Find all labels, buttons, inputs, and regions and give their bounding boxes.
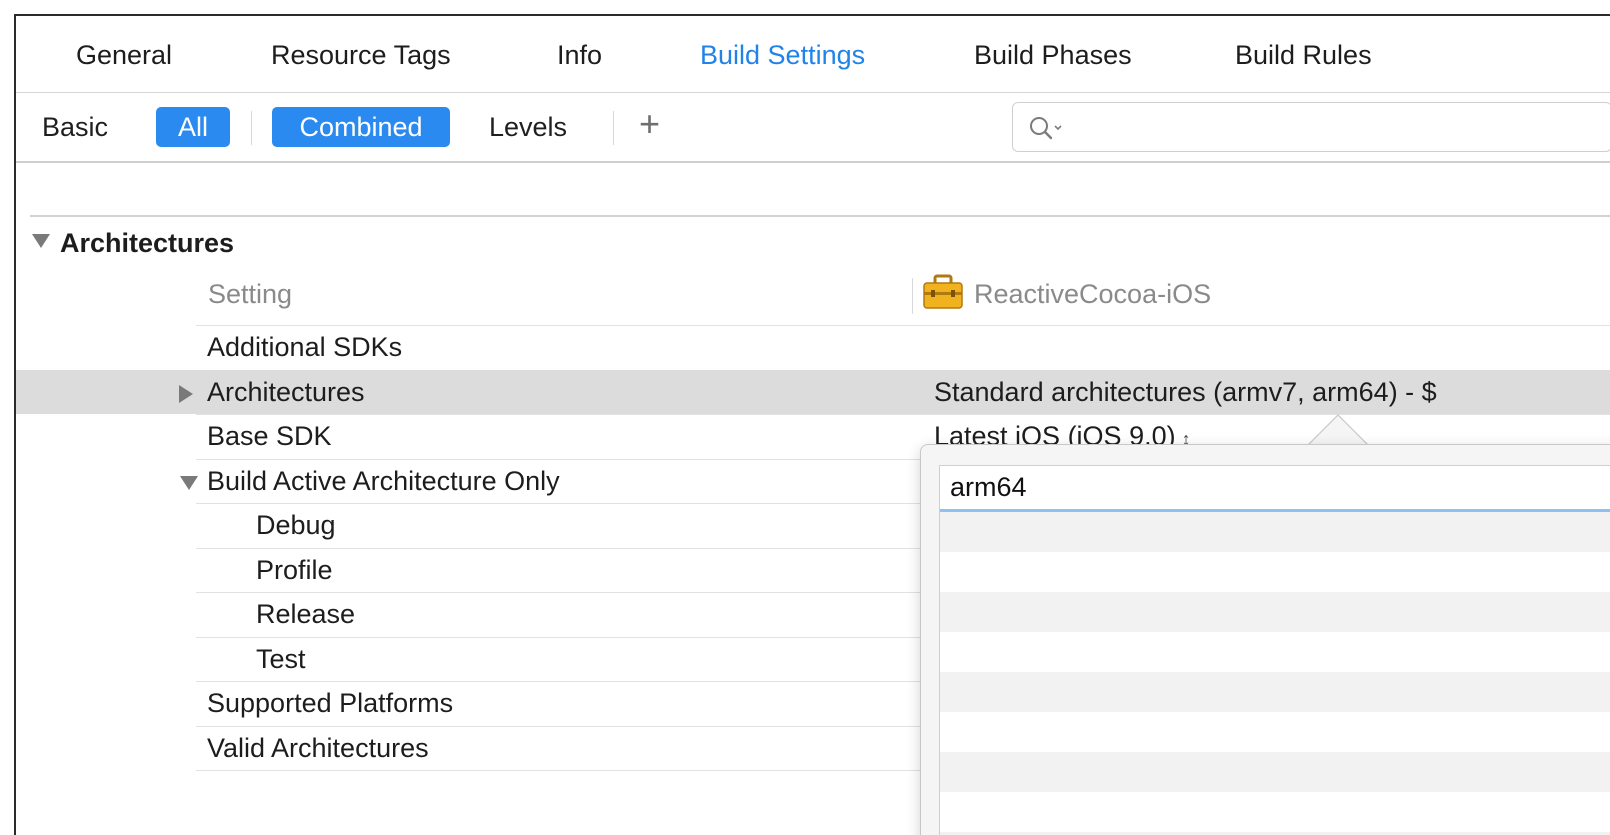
section-divider xyxy=(30,215,1610,217)
architecture-value-input[interactable] xyxy=(940,466,1610,508)
section-disclosure-icon[interactable] xyxy=(32,234,50,248)
column-header-setting[interactable]: Setting xyxy=(208,279,292,310)
basic-filter-button[interactable]: Basic xyxy=(42,107,108,147)
add-setting-button[interactable]: + xyxy=(639,103,660,145)
popover-arrow xyxy=(1308,414,1368,446)
disclosure-triangle-icon[interactable] xyxy=(180,476,198,490)
disclosure-triangle-icon[interactable] xyxy=(179,385,193,403)
list-item[interactable] xyxy=(940,512,1610,552)
architectures-popover xyxy=(920,444,1610,835)
filter-separator xyxy=(251,111,252,145)
list-item[interactable] xyxy=(940,792,1610,832)
setting-label: Additional SDKs xyxy=(207,332,403,362)
section-title: Architectures xyxy=(60,228,235,258)
search-field[interactable] xyxy=(1012,102,1610,152)
setting-label: Base SDK xyxy=(207,421,332,451)
setting-label: Supported Platforms xyxy=(207,688,454,718)
column-divider xyxy=(912,278,913,314)
setting-row-architectures[interactable]: Architectures Standard architectures (ar… xyxy=(16,370,1610,414)
list-item[interactable] xyxy=(940,672,1610,712)
setting-label: Architectures xyxy=(207,377,365,407)
setting-label: Build Active Architecture Only xyxy=(207,466,560,496)
combined-view-button[interactable]: Combined xyxy=(272,107,450,147)
list-item[interactable] xyxy=(940,752,1610,792)
search-icon xyxy=(1030,117,1062,140)
list-item[interactable] xyxy=(940,592,1610,632)
tab-build-settings[interactable]: Build Settings xyxy=(700,40,865,71)
setting-label: Debug xyxy=(256,510,336,540)
list-item-editing[interactable] xyxy=(940,466,1610,512)
list-item[interactable] xyxy=(940,712,1610,752)
setting-label: Profile xyxy=(256,555,333,585)
setting-value[interactable]: Standard architectures (armv7, arm64) - … xyxy=(934,377,1437,408)
levels-view-button[interactable]: Levels xyxy=(489,107,567,147)
search-input[interactable] xyxy=(1073,109,1577,147)
setting-row-additional-sdks[interactable]: Additional SDKs xyxy=(196,325,1610,369)
filter-bar: Basic All Combined Levels + xyxy=(16,93,1610,163)
column-header-target[interactable]: ReactiveCocoa-iOS xyxy=(974,279,1211,310)
list-item[interactable] xyxy=(940,552,1610,592)
all-filter-button[interactable]: All xyxy=(156,107,230,147)
list-item[interactable] xyxy=(940,632,1610,672)
tab-build-phases[interactable]: Build Phases xyxy=(974,40,1132,71)
setting-label: Test xyxy=(256,644,306,674)
filter-separator xyxy=(613,111,614,145)
tab-build-rules[interactable]: Build Rules xyxy=(1235,40,1372,71)
tab-general[interactable]: General xyxy=(76,40,172,71)
architectures-list xyxy=(939,465,1610,835)
editor-tab-bar: General Resource Tags Info Build Setting… xyxy=(16,16,1610,93)
setting-label: Release xyxy=(256,599,356,629)
build-settings-window: General Resource Tags Info Build Setting… xyxy=(14,14,1610,835)
tab-info[interactable]: Info xyxy=(557,40,602,71)
tab-resource-tags[interactable]: Resource Tags xyxy=(271,40,451,71)
setting-label: Valid Architectures xyxy=(207,733,429,763)
toolbox-icon xyxy=(923,274,963,309)
